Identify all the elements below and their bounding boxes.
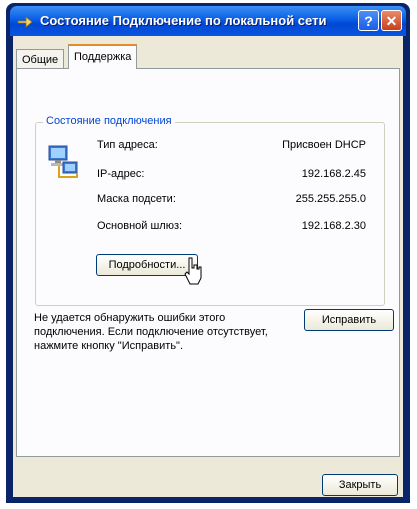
subnet-mask-value: 255.255.255.0 [295,193,366,205]
title-bar[interactable]: Состояние Подключение по локальной сети … [10,6,406,36]
diagnose-message: Не удается обнаружить ошибки этого подкл… [34,312,268,352]
ip-address-value: 192.168.2.45 [301,168,366,180]
default-gateway-label: Основной шлюз: [97,220,183,232]
network-computer-icon [48,145,78,178]
default-gateway-value: 192.168.2.30 [301,220,366,232]
address-type-label: Тип адреса: [97,139,158,151]
fix-button[interactable]: Исправить [304,309,394,331]
dialog-client-area: Общие Поддержка Состояние подключения Ти… [13,36,403,497]
address-type-value: Присвоен DHCP [282,139,366,151]
window-title: Состояние Подключение по локальной сети [40,13,327,28]
dialog-window: Состояние Подключение по локальной сети … [10,6,406,500]
tab-panel-support: Состояние подключения Тип адреса: Присво… [16,68,400,457]
network-connection-icon [17,16,33,28]
ip-address-label: IP-адрес: [97,168,145,180]
subnet-mask-label: Маска подсети: [97,193,176,205]
close-button[interactable]: Закрыть [322,474,398,496]
close-window-button[interactable]: ✕ [381,10,402,31]
mouse-cursor-icon [184,257,202,285]
tab-general[interactable]: Общие [16,49,65,69]
help-button[interactable]: ? [358,10,379,31]
tab-support[interactable]: Поддержка [68,44,138,69]
connection-status-label: Состояние подключения [43,115,175,127]
